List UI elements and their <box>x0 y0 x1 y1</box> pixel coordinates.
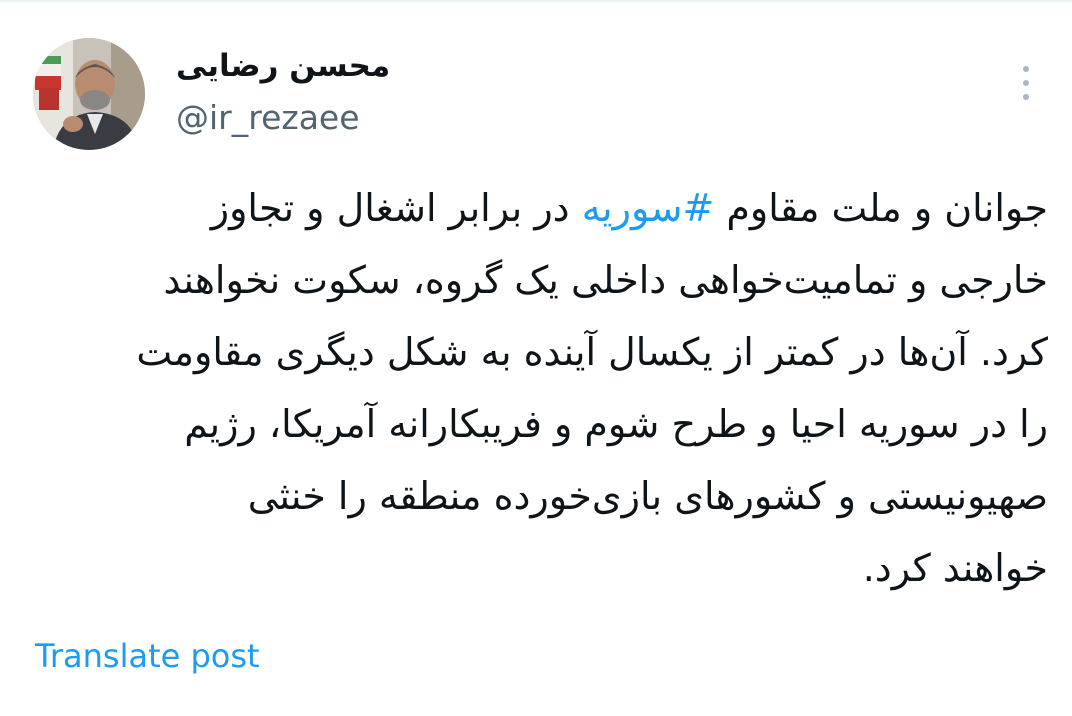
post-text-line: جوانان و ملت مقاوم #سوریه در برابر اشغال… <box>36 172 1048 244</box>
post-card: محسن رضایی @ir_rezaee جوانان و ملت مقاوم… <box>0 0 1072 716</box>
post-text-segment: در برابر اشغال و تجاوز <box>210 186 582 230</box>
author-handle[interactable]: @ir_rezaee <box>176 96 360 140</box>
avatar-image <box>33 38 145 150</box>
avatar[interactable] <box>33 38 145 150</box>
translate-post-link[interactable]: Translate post <box>35 634 260 678</box>
more-options-button[interactable] <box>1006 60 1046 106</box>
post-text-line: صهیونیستی و کشورهای بازی‌خورده منطقه را … <box>247 474 1048 518</box>
post-text-line: خواهند کرد. <box>862 546 1048 590</box>
more-vertical-icon-dot <box>1023 94 1029 100</box>
post-text-line: کرد. آن‌ها در کمتر از یکسال آینده به شکل… <box>136 330 1048 374</box>
more-vertical-icon-dot <box>1023 80 1029 86</box>
post-text: جوانان و ملت مقاوم #سوریه در برابر اشغال… <box>36 172 1048 604</box>
author-display-name[interactable]: محسن رضایی <box>176 44 396 88</box>
more-vertical-icon <box>1023 66 1029 72</box>
post-text-line: خارجی و تمامیت‌خواهی داخلی یک گروه، سکوت… <box>163 258 1048 302</box>
post-text-line: را در سوریه احیا و طرح شوم و فریبکارانه … <box>184 402 1048 446</box>
post-text-segment: جوانان و ملت مقاوم <box>714 186 1048 230</box>
hashtag-link[interactable]: #سوریه <box>582 186 715 230</box>
